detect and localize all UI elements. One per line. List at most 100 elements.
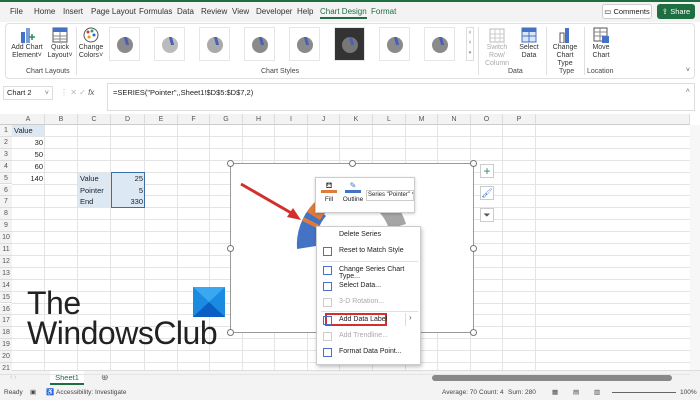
horizontal-scrollbar[interactable] <box>432 375 672 381</box>
collapse-ribbon-icon[interactable]: ˅ <box>686 67 690 74</box>
switch-row-column-button[interactable]: Switch Row/Column <box>480 27 514 68</box>
context-menu-item-select-data[interactable]: Select Data... <box>339 282 381 289</box>
column-header-O[interactable]: O <box>471 114 503 125</box>
cell-a4[interactable]: 60 <box>12 161 45 173</box>
row-header-17[interactable]: 17 <box>0 315 12 328</box>
chart-styles-brush-icon[interactable]: 🖌 <box>480 186 494 200</box>
cell-c5[interactable]: Value <box>78 173 111 185</box>
row-header-20[interactable]: 20 <box>0 351 12 363</box>
page-layout-view-icon[interactable]: ▤ <box>573 388 579 396</box>
chart-elements-plus-icon[interactable]: + <box>480 164 494 178</box>
tab-page-layout[interactable]: Page Layout <box>91 7 136 16</box>
row-header-7[interactable]: 7 <box>0 196 12 209</box>
column-header-G[interactable]: G <box>210 114 243 125</box>
cell-d7[interactable]: 330 <box>111 196 145 208</box>
column-header-F[interactable]: F <box>178 114 210 125</box>
column-header-K[interactable]: K <box>340 114 373 125</box>
column-header-D[interactable]: D <box>111 114 145 125</box>
resize-handle[interactable] <box>470 329 477 336</box>
row-header-15[interactable]: 15 <box>0 291 12 304</box>
move-chart-button[interactable]: Move Chart <box>586 27 616 60</box>
accessibility-icon[interactable]: ♿ <box>46 388 54 396</box>
select-all[interactable] <box>0 114 12 125</box>
chart-style-5[interactable] <box>289 27 320 61</box>
context-menu-item-3-d-rotation[interactable]: 3-D Rotation... <box>339 298 384 305</box>
cell-a2[interactable]: 30 <box>12 137 45 149</box>
row-header-14[interactable]: 14 <box>0 279 12 292</box>
tab-file[interactable]: File <box>10 7 23 16</box>
context-menu-item-format-data-point[interactable]: Format Data Point... <box>339 348 402 355</box>
context-menu-item-delete-series[interactable]: Delete Series <box>339 231 381 238</box>
resize-handle[interactable] <box>227 329 234 336</box>
context-menu-item-reset-to-match-style[interactable]: Reset to Match Style <box>339 247 404 254</box>
tab-chart-design[interactable]: Chart Design <box>320 7 367 19</box>
column-header-M[interactable]: M <box>406 114 438 125</box>
select-data-button[interactable]: Select Data <box>516 27 542 60</box>
cell-a5[interactable]: 140 <box>12 173 45 185</box>
fill-button[interactable]: ⛾ Fill <box>321 181 337 203</box>
resize-handle[interactable] <box>470 245 477 252</box>
row-header-4[interactable]: 4 <box>0 160 12 173</box>
add-chart-element-button[interactable]: Add Chart Element˅ <box>9 27 45 60</box>
column-header-A[interactable]: A <box>12 114 45 125</box>
macro-record-icon[interactable]: ▣ <box>30 388 36 396</box>
tab-formulas[interactable]: Formulas <box>139 7 172 16</box>
page-break-view-icon[interactable]: ▥ <box>594 388 600 396</box>
comments-button[interactable]: ▭ Comments <box>602 4 652 19</box>
tab-data[interactable]: Data <box>177 7 194 16</box>
cell-d6[interactable]: 5 <box>111 185 145 197</box>
row-header-10[interactable]: 10 <box>0 232 12 244</box>
tab-developer[interactable]: Developer <box>256 7 292 16</box>
tab-insert[interactable]: Insert <box>63 7 83 16</box>
row-header-9[interactable]: 9 <box>0 220 12 233</box>
tab-review[interactable]: Review <box>201 7 227 16</box>
chart-style-1[interactable] <box>109 27 140 61</box>
row-header-5[interactable]: 5 <box>0 172 12 185</box>
row-header-2[interactable]: 2 <box>0 136 12 149</box>
row-header-18[interactable]: 18 <box>0 327 12 340</box>
column-header-N[interactable]: N <box>438 114 471 125</box>
styles-scroll[interactable]: ˄ ˅ ▾ <box>466 27 474 61</box>
row-header-12[interactable]: 12 <box>0 255 12 268</box>
submenu-arrow-icon[interactable]: › <box>405 313 412 326</box>
row-header-3[interactable]: 3 <box>0 148 12 161</box>
cell-c7[interactable]: End <box>78 196 111 208</box>
chart-filter-icon[interactable]: ⏷ <box>480 208 494 222</box>
name-box[interactable]: Chart 2 ˅ <box>3 86 53 100</box>
resize-handle[interactable] <box>227 160 234 167</box>
row-header-6[interactable]: 6 <box>0 184 12 197</box>
chart-style-4[interactable] <box>244 27 275 61</box>
context-menu-item-change-series-chart-type[interactable]: Change Series Chart Type... <box>339 266 420 280</box>
resize-handle[interactable] <box>349 160 356 167</box>
tab-home[interactable]: Home <box>34 7 55 16</box>
cell-d5[interactable]: 25 <box>111 173 145 185</box>
outline-button[interactable]: ✎ Outline <box>342 181 364 203</box>
chart-style-7[interactable] <box>379 27 410 61</box>
quick-layout-button[interactable]: Quick Layout˅ <box>46 27 74 60</box>
cell-a3[interactable]: 50 <box>12 149 45 161</box>
change-chart-type-button[interactable]: Change Chart Type <box>548 27 582 68</box>
formula-input[interactable]: =SERIES("Pointer",,Sheet1!$D$5:$D$7,2) ˄ <box>107 83 695 111</box>
sheet-nav-arrows[interactable]: ‹ › <box>10 374 17 381</box>
tab-view[interactable]: View <box>232 7 249 16</box>
cell-c6[interactable]: Pointer <box>78 185 111 197</box>
column-header-E[interactable]: E <box>145 114 178 125</box>
row-header-16[interactable]: 16 <box>0 303 12 316</box>
row-header-8[interactable]: 8 <box>0 208 12 221</box>
cell-a1[interactable]: Value <box>12 125 45 137</box>
column-header-P[interactable]: P <box>503 114 536 125</box>
chart-style-6[interactable] <box>334 27 365 61</box>
column-header-C[interactable]: C <box>78 114 111 125</box>
vertical-scrollbar[interactable] <box>690 125 700 370</box>
chart-style-3[interactable] <box>199 27 230 61</box>
formula-cancel-confirm[interactable]: ⋮ ✕ ✓ fx <box>60 88 94 97</box>
normal-view-icon[interactable]: ▦ <box>552 388 558 396</box>
row-header-1[interactable]: 1 <box>0 125 12 137</box>
chart-style-8[interactable] <box>424 27 455 61</box>
chart-style-2[interactable] <box>154 27 185 61</box>
column-header-B[interactable]: B <box>45 114 78 125</box>
context-menu-item-add-data-label[interactable]: Add Data Label <box>339 316 387 323</box>
zoom-level[interactable]: 100% <box>680 389 697 396</box>
row-header-19[interactable]: 19 <box>0 339 12 352</box>
resize-handle[interactable] <box>470 160 477 167</box>
